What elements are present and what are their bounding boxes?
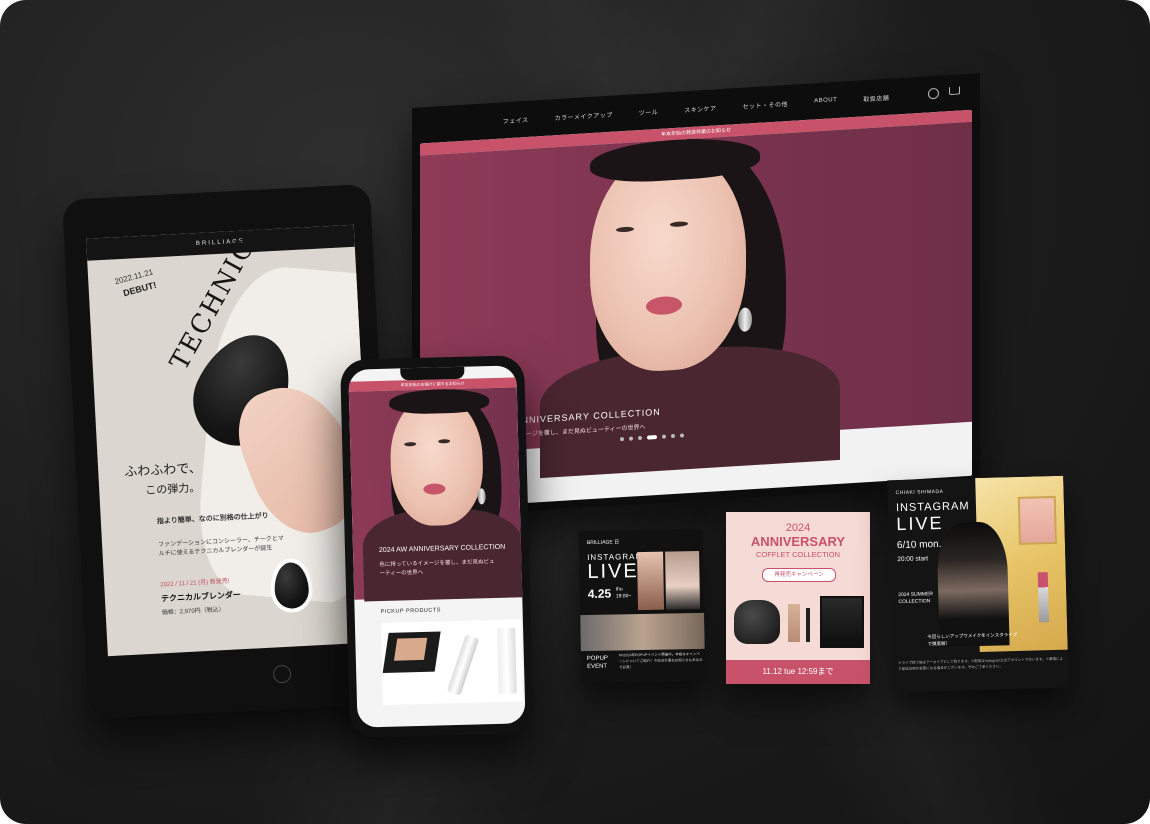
nav-icons bbox=[928, 86, 960, 100]
card1-date: 4.25 bbox=[587, 586, 612, 601]
release-date: 2022 / 11 / 21 (月) 新発売! bbox=[160, 578, 230, 589]
card3-collection: 2024 SUMMER COLLECTION bbox=[898, 591, 934, 606]
tube-product[interactable] bbox=[446, 634, 480, 696]
card3-insta: INSTAGRAM bbox=[895, 500, 970, 515]
soft-text: ふわふわで、 bbox=[123, 460, 203, 480]
product-price: 価格：2,970円（税込） bbox=[161, 607, 225, 617]
card3-date: 6/10 mon. bbox=[896, 538, 942, 552]
instagram-live-card[interactable]: CHIAKI SHIMADA INSTAGRAM LIVE 6/10 mon. … bbox=[887, 475, 1069, 693]
account-icon[interactable] bbox=[928, 87, 939, 100]
anniversary-card[interactable]: 2024 ANNIVERSARY COFFLET COLLECTION 再発売キ… bbox=[726, 512, 870, 684]
pouch-product bbox=[734, 600, 780, 644]
nav-item-set[interactable]: セット・その他 bbox=[743, 98, 789, 110]
card1-store-photo bbox=[580, 612, 705, 652]
deadline-bar: 11.12 tue 12:59まで bbox=[726, 660, 870, 684]
nav-item-stores[interactable]: 取扱店舗 bbox=[863, 92, 889, 103]
card1-time: 19:00~ bbox=[615, 593, 632, 600]
card1-day: thu bbox=[615, 586, 623, 593]
card2-title: ANNIVERSARY bbox=[750, 534, 846, 549]
showcase-background: フェイス カラーメイクアップ ツール スキンケア セット・その他 ABOUT 取… bbox=[0, 0, 1150, 824]
tablet-screen: BRILLIAGE 2022.11.21 DEBUT! TECHNICAL BL… bbox=[86, 224, 376, 657]
nav-item-about[interactable]: ABOUT bbox=[814, 97, 837, 104]
foundation-product bbox=[788, 604, 800, 642]
nav-item-tool[interactable]: ツール bbox=[639, 106, 659, 116]
phone-screen: 年末年始のお届けに関するお知らせ 2024 AW ANNIVERSARY COL… bbox=[348, 365, 526, 728]
card1-photo2 bbox=[665, 550, 701, 610]
lipstick-product bbox=[1037, 572, 1050, 623]
card3-name: CHIAKI SHIMADA bbox=[895, 488, 944, 497]
card3-live: LIVE bbox=[896, 512, 944, 535]
card3-note: ※ライブ終了後はアーカイブとして残ります。※配信はInstagram公式アカウン… bbox=[897, 656, 1064, 672]
phone-mockup: 年末年始のお届けに関するお知らせ 2024 AW ANNIVERSARY COL… bbox=[340, 355, 534, 738]
card2-year: 2024 bbox=[785, 522, 811, 534]
pickup-heading: PICKUP PRODUCTS bbox=[380, 607, 441, 616]
card2-subtitle: COFFLET COLLECTION bbox=[755, 550, 841, 559]
eyeshadow-palette bbox=[1017, 495, 1057, 545]
card3-time: 20:00 start bbox=[897, 555, 929, 564]
phone-hero-subtitle: 色に持っているイメージを覆し、まだ見ぬビューティーの世界へ bbox=[379, 559, 495, 578]
mascara-product bbox=[806, 608, 810, 642]
nav-item-skincare[interactable]: スキンケア bbox=[684, 103, 716, 114]
cart-icon[interactable] bbox=[949, 86, 960, 96]
card1-brand: BRILLIAGE 日 bbox=[586, 539, 620, 546]
insta-live-card[interactable]: BRILLIAGE 日 INSTAGRAM LIVE 4.25 thu 19:0… bbox=[578, 528, 706, 684]
card1-live: LIVE bbox=[587, 560, 639, 583]
product-name: テクニカルブレンダー bbox=[160, 590, 242, 604]
nav-item-face[interactable]: フェイス bbox=[503, 114, 529, 125]
card1-popup: POPUP EVENT bbox=[586, 655, 608, 670]
bounce-text: この弾力。 bbox=[145, 482, 201, 498]
campaign-badge[interactable]: 再発売キャンペーン bbox=[762, 568, 836, 582]
nav-item-color[interactable]: カラーメイクアップ bbox=[555, 109, 613, 122]
phone-notch bbox=[400, 366, 465, 381]
bottle-product[interactable] bbox=[497, 627, 517, 694]
presenter-photo bbox=[936, 521, 1010, 648]
card1-photo1 bbox=[637, 551, 665, 611]
pickup-products[interactable] bbox=[380, 619, 523, 705]
card1-text: PR2024年POPUPイベント開催中。本格なキャンペーンについてご紹介！今日は… bbox=[618, 651, 703, 670]
mirror-product bbox=[820, 596, 864, 648]
card3-desc: 今回らしいアップワメイクをインスタライブで徹底解！ bbox=[927, 631, 1018, 647]
